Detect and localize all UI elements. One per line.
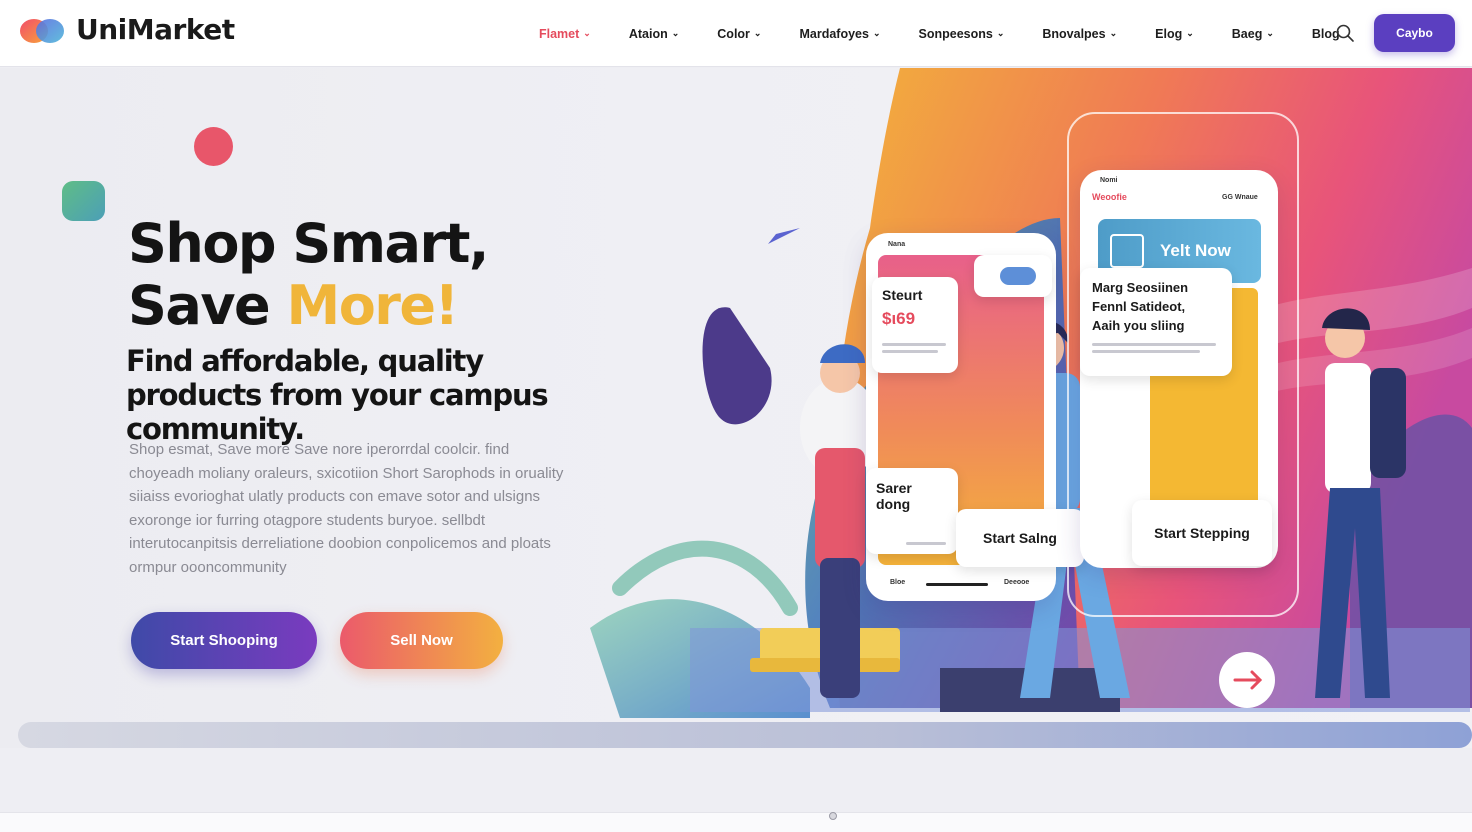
scroll-indicator-dot[interactable] [829,812,837,820]
nav-item-8[interactable]: Baeg ⌄ [1213,0,1293,67]
brand-name: UniMarket [76,12,235,46]
product-card-1[interactable]: Steurt $ι69 [872,277,958,373]
home-indicator [926,583,988,586]
headline-line-1: Shop Smart, [128,212,489,275]
chat-bubble-card [974,255,1052,297]
main-menu: Flamet ⌄ Ataion ⌄ Color ⌄ Mardafoyes ⌄ Sonpe… [520,0,1359,67]
store-icon [1110,234,1144,268]
chevron-down-icon: ⌄ [872,28,881,38]
phone-right-header-left: Weoofie [1092,192,1127,202]
hero-bottom-band [18,722,1472,748]
nav-item-1[interactable]: Flamet ⌄ [520,0,610,67]
footer-bar [0,812,1472,832]
chevron-down-icon: ⌄ [996,28,1005,38]
phone-mockup-left: Nana Steurt $ι69 Sarer dong Start Salng … [866,233,1084,601]
hero-section: Shop Smart, Save More! Find affordable, … [0,68,1472,748]
phone-right-header-right: GG Wnaue [1222,194,1258,201]
product-card-2[interactable]: Sarer dong [866,468,958,554]
phone-right-status: Nomi [1100,177,1118,184]
chevron-down-icon: ⌄ [1266,28,1274,38]
hero-illustration: Nana Steurt $ι69 Sarer dong Start Salng … [580,68,1472,718]
nav-cta-button[interactable]: Caybo [1374,14,1455,52]
hero-description: Shop esmat, Save more Save nore iperorrd… [129,441,564,576]
chevron-down-icon: ⌄ [1186,28,1194,38]
logo-mark-icon [18,12,66,46]
start-selling-card[interactable]: Start Salng [956,509,1084,567]
phone-left-status: Nana [888,241,906,248]
headline-accent: More! [286,274,459,337]
phone-mockup-right: Nomi Weoofie GG Wnaue Yelt Now Marg Seos… [1080,170,1278,568]
chevron-down-icon: ⌄ [1109,28,1118,38]
phone-left-footer-left: Bloe [890,579,906,586]
info-card: Marg Seosiinen Fennl Satideot, Aaih you … [1080,268,1232,376]
nav-item-4[interactable]: Mardafoyes ⌄ [780,0,899,67]
nav-item-6[interactable]: Bnovalpes ⌄ [1023,0,1136,67]
sell-now-button[interactable]: Sell Now [340,612,503,669]
chevron-down-icon: ⌄ [671,28,680,38]
search-icon[interactable] [1334,22,1356,44]
start-shopping-button[interactable]: Start Shooping [131,612,317,669]
nav-item-2[interactable]: Ataion ⌄ [610,0,698,67]
decorative-square [62,181,105,221]
hero-subheading: Find affordable, quality products from y… [126,344,549,446]
footer-spacer [0,748,1472,812]
nav-item-3[interactable]: Color ⌄ [698,0,780,67]
nav-item-7[interactable]: Elog ⌄ [1136,0,1213,67]
top-navbar: UniMarket Flamet ⌄ Ataion ⌄ Color ⌄ Mardafo… [0,0,1472,67]
nav-item-5[interactable]: Sonpeesons ⌄ [900,0,1024,67]
toggle-icon [1000,267,1036,285]
phone-left-footer-right: Deeooe [1004,579,1030,586]
decorative-circle [194,127,233,166]
start-stepping-card[interactable]: Start Stepping [1132,500,1272,566]
headline-line-2-prefix: Save [128,274,287,337]
chevron-down-icon: ⌄ [753,28,762,38]
brand-logo[interactable]: UniMarket [18,12,235,46]
hero-headline: Shop Smart, Save More! [128,212,489,337]
chevron-down-icon: ⌄ [583,28,591,38]
